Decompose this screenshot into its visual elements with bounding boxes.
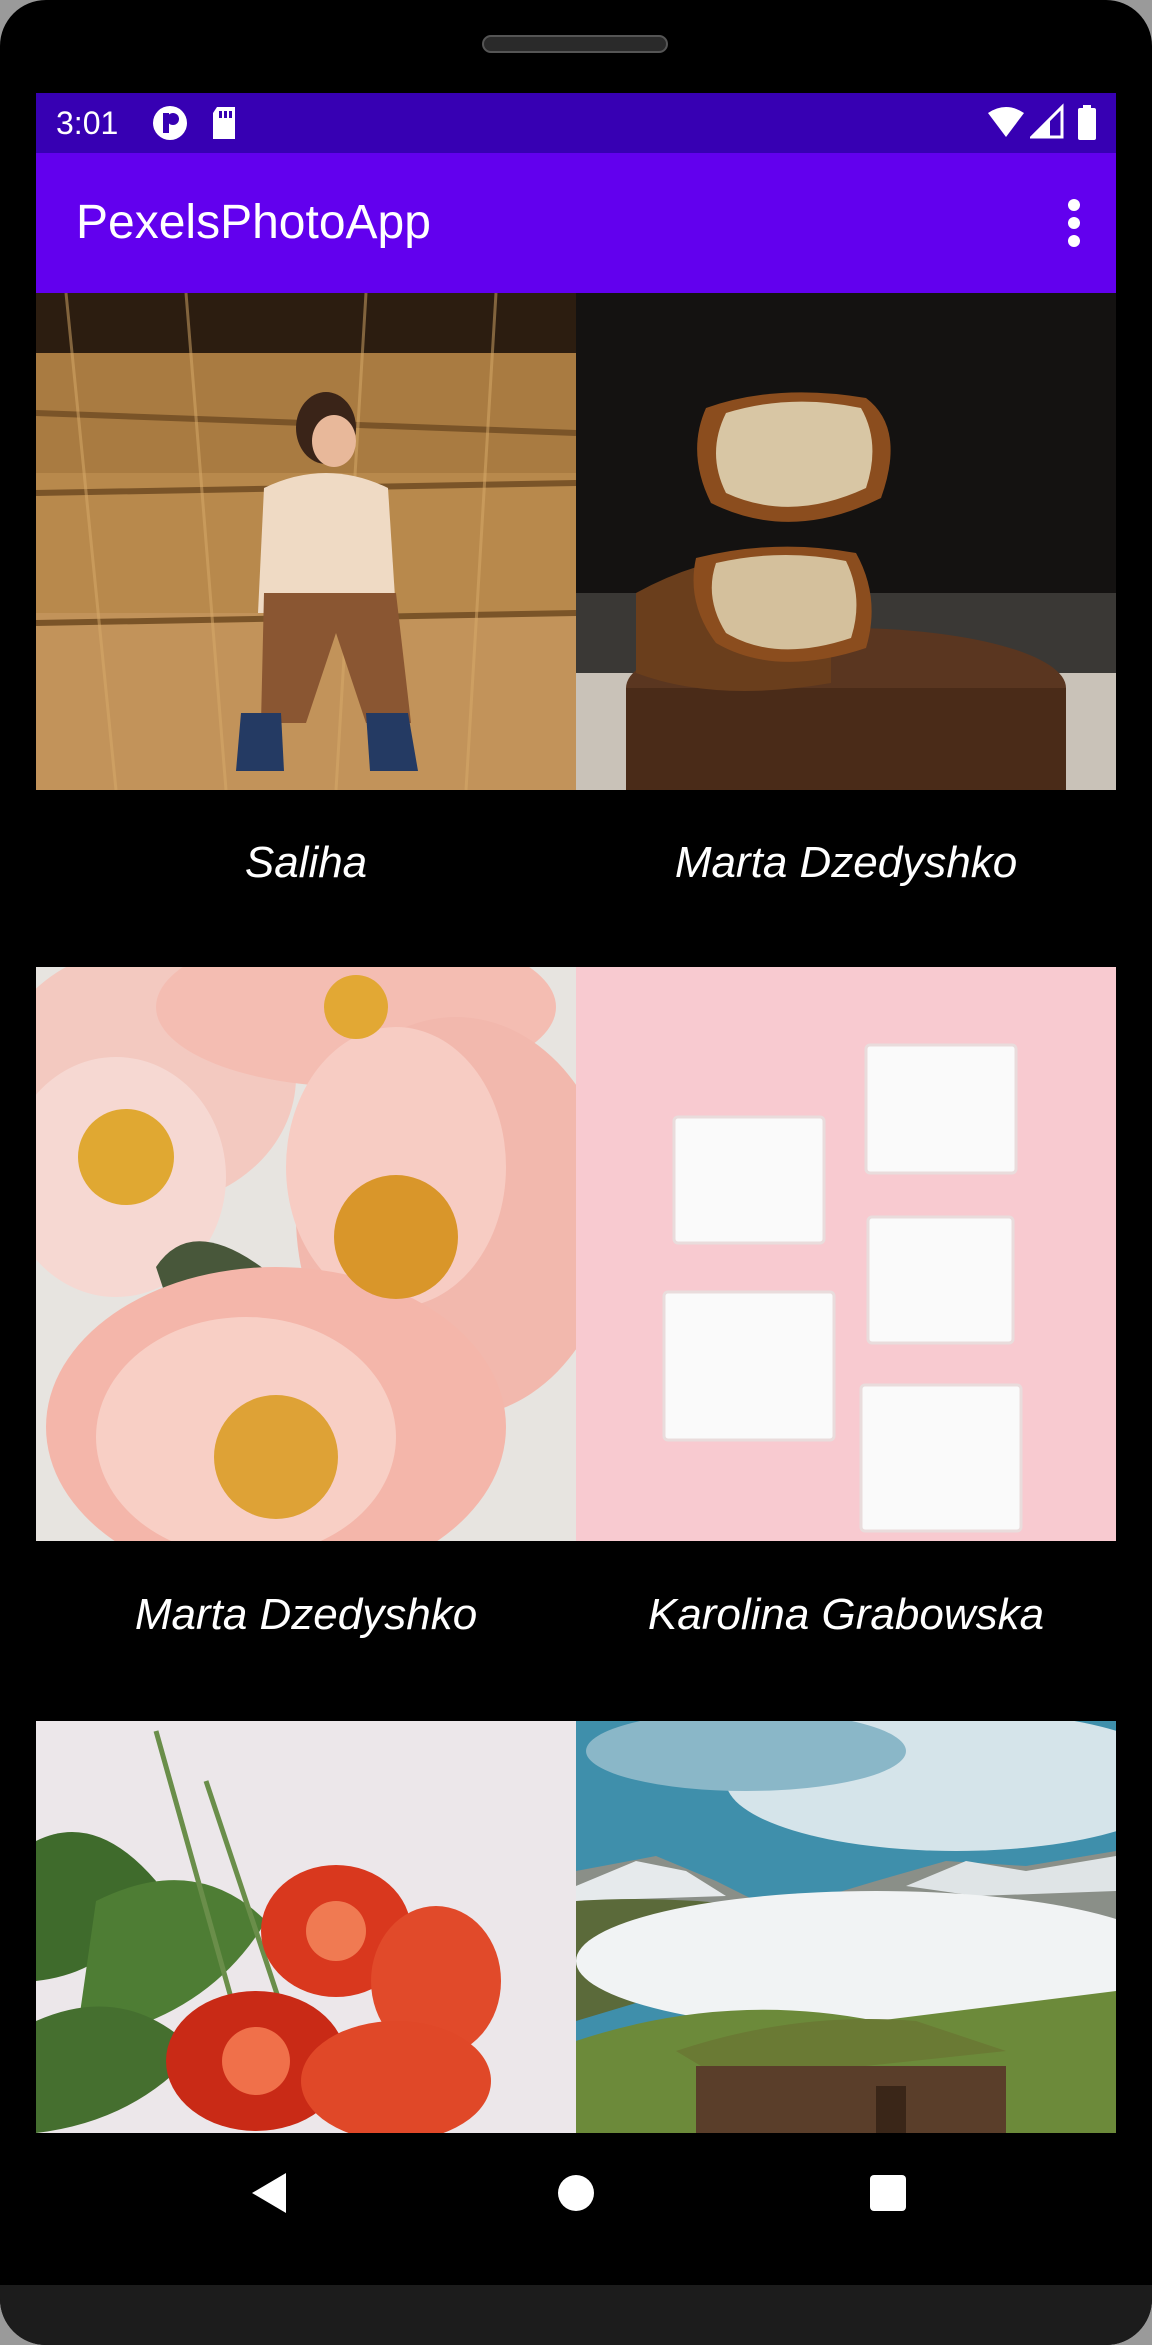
photo-card[interactable]: Marta Dzedyshko xyxy=(36,967,576,1717)
phone-bottom-bezel xyxy=(0,2285,1152,2345)
photo-grid: Saliha Marta Dzedyshko Marta Dzedyshko K… xyxy=(36,293,1116,2133)
status-time: 3:01 xyxy=(56,105,119,141)
wifi-icon xyxy=(988,107,1024,137)
photographer-name: Marta Dzedyshko xyxy=(134,1590,478,1639)
battery-icon xyxy=(1078,105,1096,140)
system-nav-bar xyxy=(36,2133,1116,2253)
more-vert-icon[interactable] xyxy=(1054,193,1094,253)
photographer-name: Marta Dzedyshko xyxy=(674,838,1018,887)
photographer-name: Karolina Grabowska xyxy=(647,1590,1045,1639)
app-notification-icon xyxy=(153,106,187,140)
photo-mountain-hut-clouds[interactable] xyxy=(576,1721,1116,2133)
recents-icon[interactable] xyxy=(858,2163,918,2223)
app-title: PexelsPhotoApp xyxy=(76,196,431,249)
photo-bread-on-wooden-board[interactable] xyxy=(576,293,1116,790)
phone-frame: 3:01 PexelsPhotoApp Saliha Marta Dzedysh… xyxy=(0,0,1152,2345)
status-bar: 3:01 xyxy=(36,93,1116,153)
photographer-name: Saliha xyxy=(244,838,368,887)
photo-pads-on-pink-background[interactable] xyxy=(576,967,1116,1541)
earpiece-speaker xyxy=(482,35,668,53)
photo-card[interactable]: Karolina Grabowska xyxy=(576,967,1116,1717)
photo-pink-peonies[interactable] xyxy=(36,967,576,1541)
cellular-signal-icon xyxy=(1030,103,1064,139)
sd-card-icon xyxy=(213,107,235,139)
app-bar: PexelsPhotoApp xyxy=(36,153,1116,293)
photo-card[interactable]: Marta Dzedyshko xyxy=(576,293,1116,963)
back-icon[interactable] xyxy=(242,2163,302,2223)
photo-card[interactable] xyxy=(36,1721,576,2133)
screen: 3:01 PexelsPhotoApp Saliha Marta Dzedysh… xyxy=(36,93,1116,2133)
home-icon[interactable] xyxy=(546,2163,606,2223)
photo-sliced-tomatoes-arugula[interactable] xyxy=(36,1721,576,2133)
photo-child-on-hay-bales[interactable] xyxy=(36,293,576,790)
photo-card[interactable] xyxy=(576,1721,1116,2133)
photo-card[interactable]: Saliha xyxy=(36,293,576,963)
